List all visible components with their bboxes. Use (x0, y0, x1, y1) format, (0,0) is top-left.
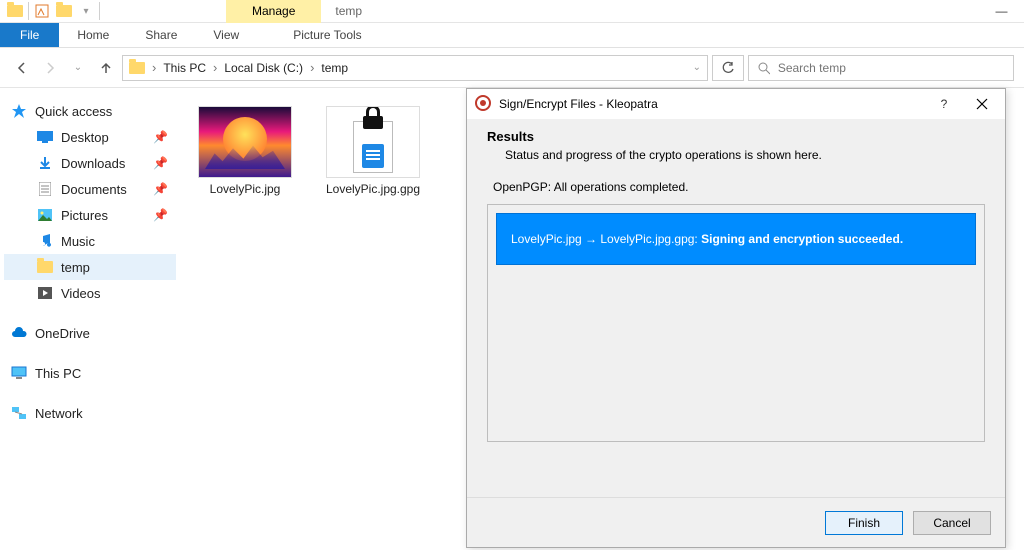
desktop-icon (36, 130, 54, 144)
dialog-buttons: Finish Cancel (467, 497, 1005, 547)
finish-button[interactable]: Finish (825, 511, 903, 535)
results-panel: LovelyPic.jpg → LovelyPic.jpg.gpg: Signi… (487, 204, 985, 442)
nav-label: Quick access (35, 104, 112, 119)
dialog-title: Sign/Encrypt Files - Kleopatra (499, 97, 658, 111)
status-message: LovelyPic.jpg → LovelyPic.jpg.gpg: Signi… (496, 213, 976, 265)
pin-icon: 📌 (153, 156, 168, 170)
nav-label: Pictures (61, 208, 108, 223)
breadcrumb-segment[interactable]: temp (321, 61, 348, 75)
file-item[interactable]: LovelyPic.jpg (190, 106, 300, 196)
home-tab[interactable]: Home (59, 23, 127, 47)
search-input[interactable] (778, 61, 1005, 75)
sidebar-item-desktop[interactable]: Desktop 📌 (4, 124, 176, 150)
search-icon (757, 61, 770, 75)
quick-access-header[interactable]: Quick access (4, 98, 176, 124)
recent-dropdown[interactable]: ⌄ (66, 56, 90, 80)
contextual-tab: Manage temp (226, 0, 376, 23)
videos-icon (36, 286, 54, 300)
pin-icon: 📌 (153, 130, 168, 144)
sidebar-item-network[interactable]: Network (4, 400, 176, 426)
breadcrumb-segment[interactable]: This PC (163, 61, 206, 75)
pin-icon: 📌 (153, 182, 168, 196)
back-button[interactable] (10, 56, 34, 80)
share-tab[interactable]: Share (127, 23, 195, 47)
status-line: OpenPGP: All operations completed. (493, 180, 979, 194)
app-icon (475, 95, 491, 114)
address-dropdown[interactable]: ⌄ (693, 62, 701, 73)
contextual-tab-label[interactable]: Manage (226, 0, 321, 23)
picture-tools-tab[interactable]: Picture Tools (275, 23, 379, 47)
file-tab[interactable]: File (0, 23, 59, 47)
gpg-thumbnail (326, 106, 420, 178)
kleopatra-dialog: Sign/Encrypt Files - Kleopatra ? Results… (466, 88, 1006, 548)
sidebar-item-this-pc[interactable]: This PC (4, 360, 176, 386)
properties-icon[interactable] (31, 0, 53, 22)
folder-icon (4, 0, 26, 22)
sidebar-item-onedrive[interactable]: OneDrive (4, 320, 176, 346)
music-icon (36, 234, 54, 248)
pictures-icon (36, 208, 54, 222)
titlebar: ▾ Manage temp — (0, 0, 1024, 23)
folder-icon (129, 62, 145, 74)
help-button[interactable]: ? (929, 89, 959, 119)
nav-label: Music (61, 234, 95, 249)
network-icon (10, 406, 28, 420)
navigation-pane: Quick access Desktop 📌 Downloads 📌 Documen… (0, 88, 180, 550)
status-prefix: LovelyPic.jpg → LovelyPic.jpg.gpg: (511, 232, 701, 246)
view-tab[interactable]: View (195, 23, 257, 47)
dialog-titlebar[interactable]: Sign/Encrypt Files - Kleopatra ? (467, 89, 1005, 119)
divider (99, 2, 100, 20)
status-bold: Signing and encryption succeeded. (701, 232, 903, 246)
pin-icon: 📌 (153, 208, 168, 222)
sidebar-item-videos[interactable]: Videos (4, 280, 176, 306)
pc-icon (10, 366, 28, 380)
minimize-button[interactable]: — (979, 0, 1024, 23)
address-bar[interactable]: This PC Local Disk (C:) temp ⌄ (122, 55, 708, 81)
breadcrumb-segment[interactable]: Local Disk (C:) (224, 61, 303, 75)
qat-dropdown-icon[interactable]: ▾ (75, 0, 97, 22)
nav-label: Downloads (61, 156, 125, 171)
divider (28, 2, 29, 20)
image-thumbnail (198, 106, 292, 178)
cancel-button[interactable]: Cancel (913, 511, 991, 535)
sidebar-item-music[interactable]: Music (4, 228, 176, 254)
download-icon (36, 156, 54, 170)
nav-label: OneDrive (35, 326, 90, 341)
file-name: LovelyPic.jpg (210, 182, 281, 196)
sidebar-item-documents[interactable]: Documents 📌 (4, 176, 176, 202)
nav-label: Network (35, 406, 83, 421)
quick-access-toolbar: ▾ (0, 0, 102, 22)
close-button[interactable] (967, 89, 997, 119)
up-button[interactable] (94, 56, 118, 80)
star-icon (10, 104, 28, 118)
window-title: temp (321, 0, 376, 23)
address-bar-row: ⌄ This PC Local Disk (C:) temp ⌄ (0, 48, 1024, 88)
results-heading: Results (487, 129, 985, 144)
sidebar-item-pictures[interactable]: Pictures 📌 (4, 202, 176, 228)
search-box[interactable] (748, 55, 1014, 81)
ribbon: File Home Share View Picture Tools (0, 23, 1024, 48)
results-description: Status and progress of the crypto operat… (505, 148, 985, 162)
file-name: LovelyPic.jpg.gpg (326, 182, 420, 196)
dialog-body: Results Status and progress of the crypt… (467, 119, 1005, 497)
nav-label: temp (61, 260, 90, 275)
nav-label: Desktop (61, 130, 109, 145)
nav-label: Videos (61, 286, 101, 301)
forward-button[interactable] (38, 56, 62, 80)
document-icon (36, 182, 54, 196)
file-item[interactable]: LovelyPic.jpg.gpg (318, 106, 428, 196)
nav-label: This PC (35, 366, 81, 381)
sidebar-item-temp[interactable]: temp (4, 254, 176, 280)
nav-label: Documents (61, 182, 127, 197)
cloud-icon (10, 326, 28, 340)
sidebar-item-downloads[interactable]: Downloads 📌 (4, 150, 176, 176)
refresh-button[interactable] (712, 55, 744, 81)
new-folder-icon[interactable] (53, 0, 75, 22)
folder-icon (36, 260, 54, 274)
